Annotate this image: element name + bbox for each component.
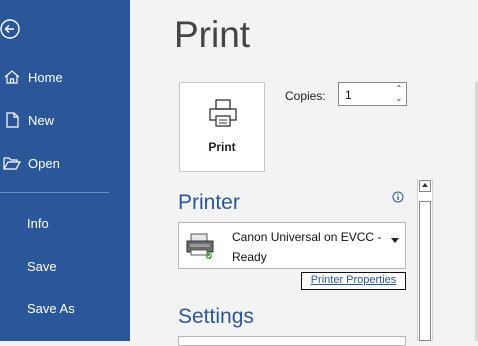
chevron-down-icon[interactable]: ⌄ xyxy=(394,94,404,104)
nav-info[interactable]: Info xyxy=(27,212,49,234)
dropdown-caret-icon[interactable] xyxy=(391,238,399,243)
back-arrow-icon[interactable] xyxy=(0,18,22,40)
folder-open-icon xyxy=(3,154,23,172)
backstage-sidebar: Home New Open Info Save Save As xyxy=(0,0,130,341)
scroll-up-icon[interactable] xyxy=(419,180,431,192)
copies-stepper[interactable]: 1 ⌃ ⌄ xyxy=(338,82,407,106)
nav-open-label: Open xyxy=(28,155,60,171)
printer-icon xyxy=(209,99,237,127)
print-panel: Print Print Copies: 1 ⌃ ⌄ Printer Canon … xyxy=(130,0,478,346)
home-icon xyxy=(3,68,23,86)
copies-value[interactable]: 1 xyxy=(345,88,352,102)
print-button[interactable]: Print xyxy=(179,82,265,172)
settings-heading: Settings xyxy=(178,305,254,328)
settings-dropdown[interactable] xyxy=(178,336,406,346)
nav-save-as-label: Save As xyxy=(27,300,75,316)
copies-label: Copies: xyxy=(285,89,326,103)
nav-info-label: Info xyxy=(27,215,49,231)
nav-save[interactable]: Save xyxy=(27,255,57,277)
nav-home[interactable]: Home xyxy=(0,66,63,88)
printer-status: Ready xyxy=(232,250,267,264)
scrollbar-thumb[interactable] xyxy=(419,201,431,341)
nav-new[interactable]: New xyxy=(0,109,54,131)
nav-home-label: Home xyxy=(28,69,63,85)
chevron-up-icon[interactable]: ⌃ xyxy=(394,84,404,94)
nav-save-as[interactable]: Save As xyxy=(27,297,75,319)
new-document-icon xyxy=(3,111,23,129)
nav-new-label: New xyxy=(28,112,55,128)
scrollbar[interactable] xyxy=(417,179,433,341)
page-title: Print xyxy=(174,14,251,55)
sidebar-divider xyxy=(0,192,109,193)
printer-properties-link[interactable]: Printer Properties xyxy=(301,272,406,290)
print-button-label: Print xyxy=(208,140,236,154)
nav-save-label: Save xyxy=(27,258,57,274)
info-icon[interactable] xyxy=(392,190,404,203)
copies-spin-buttons[interactable]: ⌃ ⌄ xyxy=(394,84,404,104)
printer-name: Canon Universal on EVCC - xyxy=(232,230,382,244)
printer-device-icon xyxy=(186,233,214,259)
printer-dropdown[interactable]: Canon Universal on EVCC - Ready xyxy=(178,222,406,269)
printer-heading: Printer xyxy=(178,191,240,214)
nav-open[interactable]: Open xyxy=(0,152,60,174)
